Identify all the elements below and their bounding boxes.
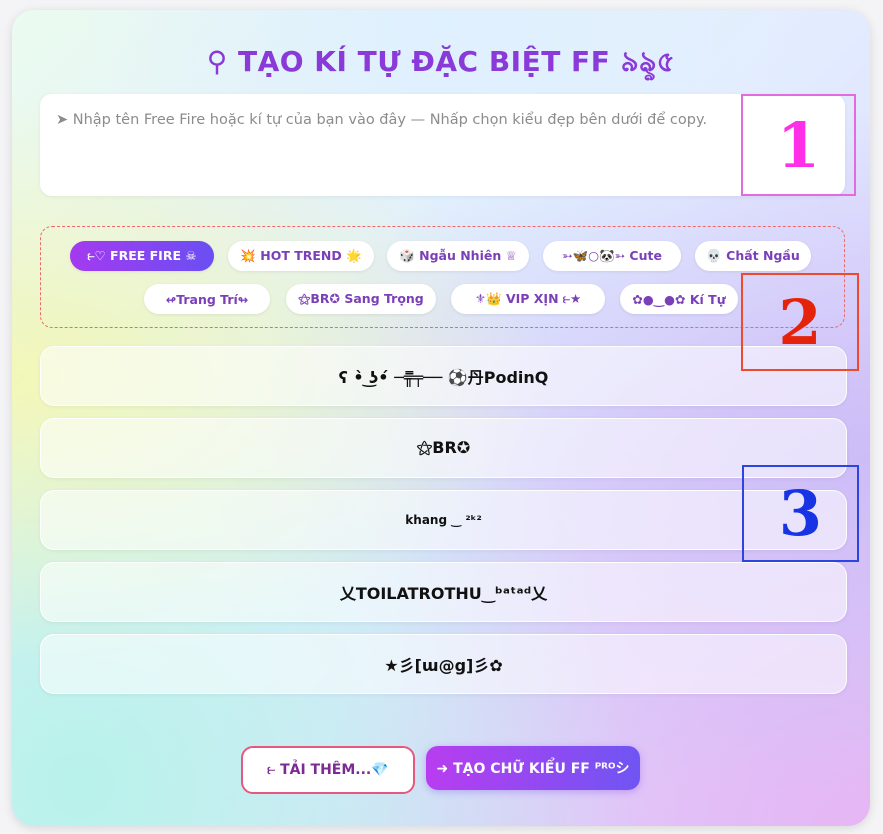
result-item[interactable]: khang ‿ ²ᵏ² — [40, 490, 847, 550]
name-input[interactable]: ➤ Nhập tên Free Fire hoặc kí tự của bạn … — [40, 94, 845, 196]
load-more-button[interactable]: ⥼ TẢI THÊM...💎 — [241, 746, 415, 794]
page-title: ⚲ TẠO KÍ TỰ ĐẶC BIỆT FF ৯ৡ৫ — [206, 45, 676, 78]
chip-vip[interactable]: ⚜👑 VIP XỊN ⥼★ — [451, 284, 605, 314]
chip-free-fire[interactable]: ⥼♡ FREE FIRE ☠ — [70, 241, 214, 271]
chip-cute[interactable]: ➳🦋○🐼➳ Cute — [543, 241, 681, 271]
chip-hot-trend[interactable]: 💥 HOT TREND 🌟 — [228, 241, 374, 271]
annotation-1: 1 — [741, 94, 856, 196]
chip-luxury[interactable]: ⚝BR✪ Sang Trọng — [286, 284, 436, 314]
result-item[interactable]: 乂TOILATROTHU‿ᵇᵃᵗᵃᵈ乂 — [40, 562, 847, 622]
result-item[interactable]: ʕ •̀ ͜ʖ•́ ─╦̵̵̿╤── ⚽丹PodinQ — [40, 346, 847, 406]
annotation-2: 2 — [741, 273, 859, 371]
annotation-3: 3 — [742, 465, 859, 562]
result-item[interactable]: ★彡[ɯ@g]彡✿ — [40, 634, 847, 694]
chip-random[interactable]: 🎲 Ngẫu Nhiên ♕ — [387, 241, 529, 271]
generator-card: ⚲ TẠO KÍ TỰ ĐẶC BIỆT FF ৯ৡ৫ ➤ Nhập tên F… — [12, 10, 870, 826]
chip-ki-tu[interactable]: ✿●‿●✿ Kí Tự — [620, 284, 738, 314]
result-item[interactable]: ⚝BR✪ — [40, 418, 847, 478]
create-pro-button[interactable]: ➜ TẠO CHỮ KIỂU FF ᴾᴿᴼシ — [426, 746, 640, 790]
chip-chat-ngau[interactable]: 💀 Chất Ngầu — [695, 241, 811, 271]
chip-decor[interactable]: ↫Trang Trí↬ — [144, 284, 270, 314]
input-placeholder: ➤ Nhập tên Free Fire hoặc kí tự của bạn … — [56, 112, 708, 128]
